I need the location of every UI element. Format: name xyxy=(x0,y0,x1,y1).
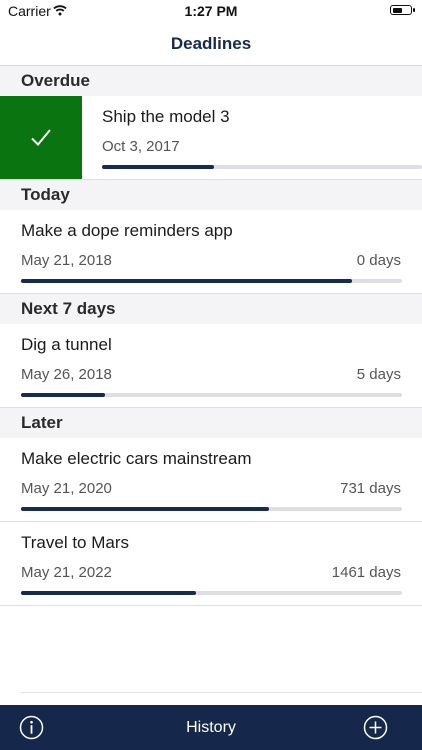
deadline-title: Travel to Mars xyxy=(21,533,130,552)
page-title: Deadlines xyxy=(170,34,252,53)
section-header-later: Later xyxy=(0,408,422,438)
progress-fill xyxy=(21,279,353,283)
progress-fill xyxy=(102,165,214,169)
progress-fill xyxy=(21,591,197,595)
list-item[interactable]: Make a dope reminders app May 21, 2018 0… xyxy=(0,210,422,294)
section-header-next-7-days: Next 7 days xyxy=(0,294,422,324)
deadline-date: May 21, 2022 xyxy=(21,564,112,581)
deadline-date: May 21, 2018 xyxy=(21,252,112,269)
deadline-title: Make a dope reminders app xyxy=(21,221,233,240)
checkmark-icon xyxy=(31,129,51,146)
list-item[interactable]: Ship the model 3 Oct 3, 2017 xyxy=(0,96,422,180)
status-time: 1:27 PM xyxy=(184,3,238,19)
deadlines-list: Overdue Ship the model 3 Oct 3, 2017 Tod… xyxy=(0,66,422,606)
days-remaining: 1461 days xyxy=(331,564,401,581)
deadline-title: Make electric cars mainstream xyxy=(21,449,252,468)
divider xyxy=(21,692,422,693)
deadline-title: Dig a tunnel xyxy=(21,335,112,354)
mark-done-button[interactable] xyxy=(0,96,82,179)
progress-bar xyxy=(21,591,402,595)
history-button[interactable]: History xyxy=(0,705,422,750)
deadline-date: Oct 3, 2017 xyxy=(102,138,180,155)
days-remaining: 731 days xyxy=(340,480,401,497)
list-item-content[interactable]: Ship the model 3 Oct 3, 2017 xyxy=(82,96,422,179)
deadline-title: Ship the model 3 xyxy=(102,107,230,126)
days-remaining: 5 days xyxy=(356,366,401,383)
progress-fill xyxy=(21,507,269,511)
list-item[interactable]: Dig a tunnel May 26, 2018 5 days xyxy=(0,324,422,408)
progress-fill xyxy=(21,393,105,397)
bottom-toolbar: History xyxy=(0,705,422,750)
list-item[interactable]: Travel to Mars May 21, 2022 1461 days xyxy=(0,522,422,606)
progress-bar xyxy=(21,279,402,283)
section-header-today: Today xyxy=(0,180,422,210)
progress-bar xyxy=(102,165,422,169)
section-header-overdue: Overdue xyxy=(0,66,422,96)
deadline-date: May 26, 2018 xyxy=(21,366,112,383)
battery-icon xyxy=(390,5,415,15)
navigation-bar: Deadlines xyxy=(0,22,422,66)
deadline-date: May 21, 2020 xyxy=(21,480,112,497)
list-item[interactable]: Make electric cars mainstream May 21, 20… xyxy=(0,438,422,522)
progress-bar xyxy=(21,507,402,511)
progress-bar xyxy=(21,393,402,397)
status-bar: Carrier 1:27 PM xyxy=(0,0,422,22)
days-remaining: 0 days xyxy=(356,252,401,269)
plus-circle-icon[interactable] xyxy=(363,715,388,740)
